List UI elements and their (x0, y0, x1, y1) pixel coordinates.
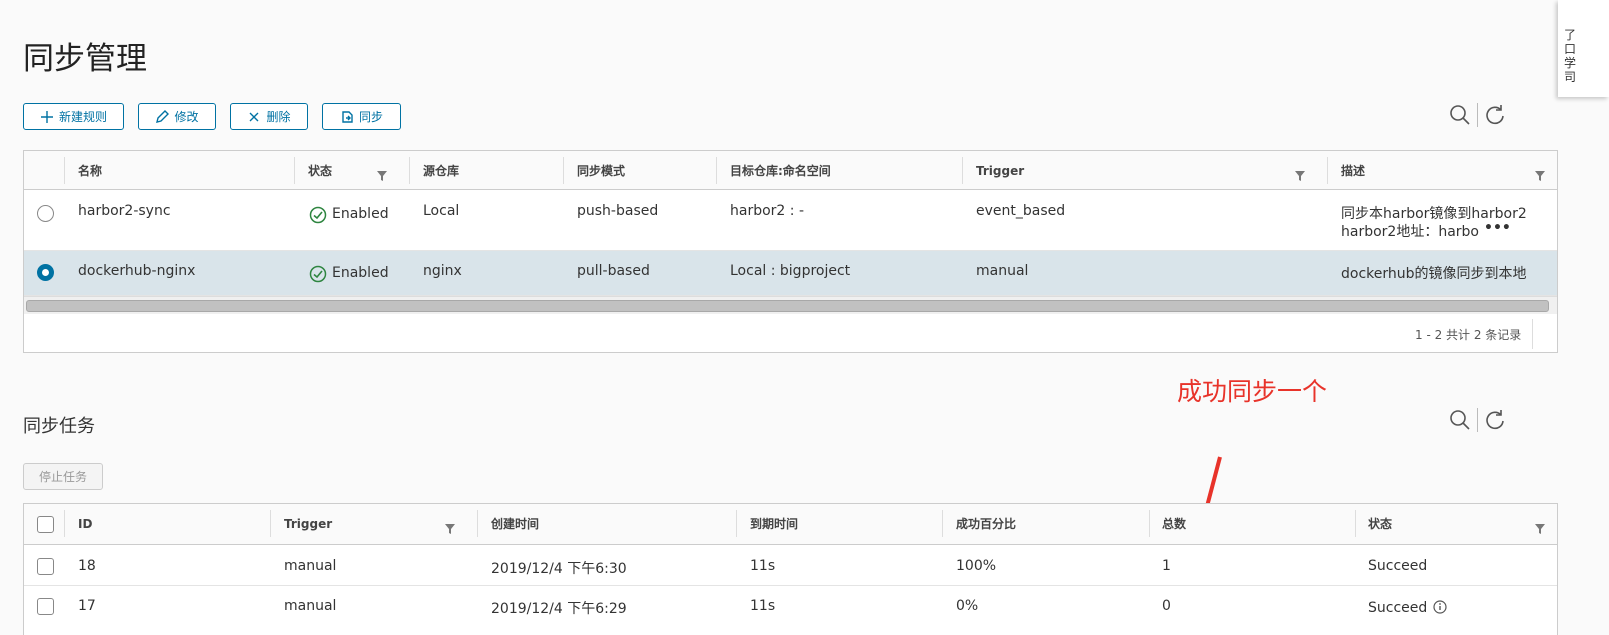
filter-icon[interactable] (1535, 519, 1545, 534)
task-trigger: manual (284, 558, 337, 574)
row-checkbox[interactable] (37, 598, 54, 615)
rule-status: Enabled (332, 265, 389, 281)
rule-name: harbor2-sync (78, 203, 171, 219)
rule-source: nginx (423, 263, 462, 279)
sync-icon (342, 110, 353, 123)
column-header-percent[interactable]: 成功百分比 (943, 504, 1016, 543)
table-header: 名称 状态 源仓库 同步模式 目标仓库:命名空间 Trigger 描述 (24, 151, 1557, 190)
rule-target: harbor2 : - (730, 203, 804, 219)
side-panel-text: 了 口 学 司 (1564, 28, 1577, 84)
column-header-status[interactable]: 状态 (295, 151, 332, 190)
column-header-total[interactable]: 总数 (1149, 504, 1186, 543)
filter-icon[interactable] (377, 166, 387, 181)
edit-label: 修改 (174, 110, 199, 124)
row-radio[interactable] (37, 205, 54, 222)
side-panel: 了 口 学 司 (1558, 0, 1609, 97)
column-header-status[interactable]: 状态 (1355, 504, 1392, 543)
task-percent: 0% (956, 598, 979, 614)
task-id-link[interactable]: 17 (78, 598, 96, 614)
page-title: 同步管理 (23, 41, 147, 77)
task-status: Succeed (1368, 558, 1428, 574)
rules-table: 名称 状态 源仓库 同步模式 目标仓库:命名空间 Trigger 描述 harb… (23, 150, 1558, 353)
task-created: 2019/12/4 下午6:30 (491, 561, 627, 577)
column-header-target[interactable]: 目标仓库:命名空间 (717, 151, 831, 190)
sync-label: 同步 (358, 110, 383, 124)
task-duration: 11s (750, 558, 776, 574)
delete-label: 删除 (266, 110, 291, 124)
footer-divider (1532, 319, 1533, 349)
pencil-icon (156, 109, 170, 123)
column-header-description[interactable]: 描述 (1328, 151, 1365, 190)
task-status-cell: Succeed (1368, 600, 1447, 616)
filter-icon[interactable] (445, 519, 455, 534)
select-all-checkbox[interactable] (37, 516, 54, 533)
task-id-link[interactable]: 18 (78, 558, 96, 574)
delete-button[interactable]: 删除 (230, 103, 308, 130)
column-header-source[interactable]: 源仓库 (410, 151, 459, 190)
task-total: 0 (1162, 598, 1171, 614)
column-header-id[interactable]: ID (65, 504, 92, 543)
stop-task-button[interactable]: 停止任务 (23, 463, 103, 490)
horizontal-scrollbar[interactable] (24, 296, 1557, 314)
search-icon[interactable] (1449, 409, 1471, 431)
more-icon[interactable]: ••• (1484, 220, 1511, 236)
edit-button[interactable]: 修改 (138, 103, 216, 130)
rule-trigger: manual (976, 263, 1029, 279)
info-icon[interactable] (1433, 600, 1447, 614)
new-rule-label: 新建规则 (58, 110, 107, 124)
check-circle-icon (309, 206, 327, 224)
x-icon (249, 112, 259, 121)
toolbar-divider (1477, 408, 1478, 432)
table-row[interactable]: 18 manual 2019/12/4 下午6:30 11s 100% 1 Su… (24, 546, 1557, 586)
table-row[interactable]: harbor2-sync Enabled Local push-based ha… (24, 191, 1557, 251)
tasks-title: 同步任务 (23, 416, 95, 437)
search-icon[interactable] (1449, 104, 1471, 126)
rule-mode: push-based (577, 203, 659, 219)
new-rule-button[interactable]: 新建规则 (23, 103, 124, 130)
column-header-mode[interactable]: 同步模式 (564, 151, 625, 190)
row-radio-selected[interactable] (37, 264, 54, 281)
check-circle-icon (309, 265, 327, 283)
rule-trigger: event_based (976, 203, 1066, 219)
pagination-summary: 1 - 2 共计 2 条记录 (1415, 328, 1522, 342)
filter-icon[interactable] (1295, 166, 1305, 181)
rule-mode: pull-based (577, 263, 650, 279)
row-checkbox[interactable] (37, 558, 54, 575)
rule-description: dockerhub的镜像同步到本地 (1341, 266, 1527, 282)
tasks-table: ID Trigger 创建时间 到期时间 成功百分比 总数 状态 18 manu… (23, 503, 1558, 635)
rule-description-line2: harbor2地址：harbo (1341, 224, 1479, 240)
table-row[interactable]: 17 manual 2019/12/4 下午6:29 11s 0% 0 Succ… (24, 586, 1557, 635)
task-total: 1 (1162, 558, 1171, 574)
task-trigger: manual (284, 598, 337, 614)
rule-target: Local : bigproject (730, 263, 851, 279)
column-header-duration[interactable]: 到期时间 (737, 504, 798, 543)
task-status: Succeed (1368, 600, 1428, 616)
rule-source: Local (423, 203, 460, 219)
column-header-name[interactable]: 名称 (65, 151, 102, 190)
task-created: 2019/12/4 下午6:29 (491, 601, 627, 617)
refresh-icon[interactable] (1484, 409, 1506, 431)
column-header-trigger[interactable]: Trigger (271, 504, 332, 543)
column-header-trigger[interactable]: Trigger (963, 151, 1024, 190)
table-row[interactable]: dockerhub-nginx Enabled nginx pull-based… (24, 251, 1557, 296)
annotation-text: 成功同步一个 (1177, 377, 1328, 406)
column-header-created[interactable]: 创建时间 (478, 504, 539, 543)
rule-name: dockerhub-nginx (78, 263, 196, 279)
task-duration: 11s (750, 598, 776, 614)
table-header: ID Trigger 创建时间 到期时间 成功百分比 总数 状态 (24, 504, 1557, 545)
task-percent: 100% (956, 558, 997, 574)
toolbar-divider (1477, 103, 1478, 127)
sync-button[interactable]: 同步 (322, 103, 401, 130)
scrollbar-thumb[interactable] (26, 300, 1549, 312)
refresh-icon[interactable] (1484, 104, 1506, 126)
filter-icon[interactable] (1535, 166, 1545, 181)
rule-status: Enabled (332, 206, 389, 222)
plus-icon (40, 110, 53, 123)
